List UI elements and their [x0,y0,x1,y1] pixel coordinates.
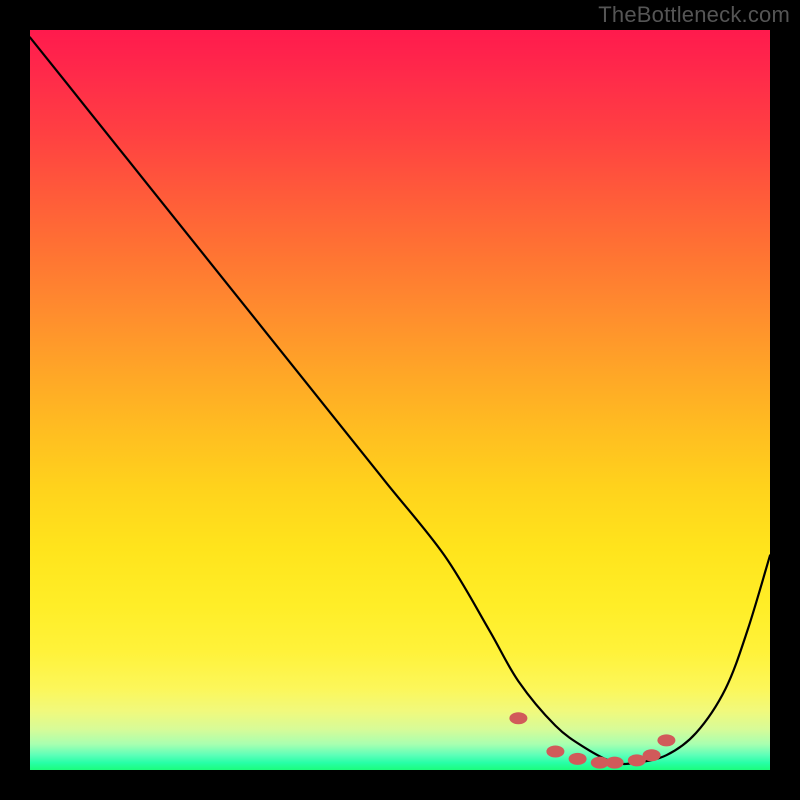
curve-layer-svg [30,30,770,770]
watermark-text: TheBottleneck.com [598,2,790,28]
chart-container: TheBottleneck.com [0,0,800,800]
highlight-dot [643,749,661,761]
highlight-dot [546,746,564,758]
highlight-dot [509,712,527,724]
plot-area [30,30,770,770]
highlight-dot [569,753,587,765]
bottom-dots-group [509,712,675,768]
bottleneck-curve [30,37,770,764]
highlight-dot [657,734,675,746]
highlight-dot [606,757,624,769]
